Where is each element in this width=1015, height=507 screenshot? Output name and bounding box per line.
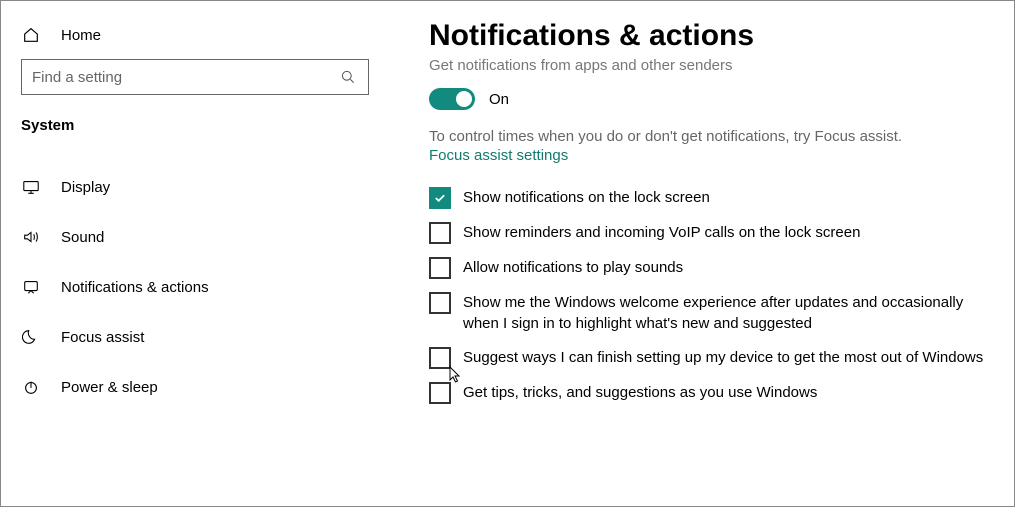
subheading: Get notifications from apps and other se… <box>429 57 984 74</box>
sidebar-item-sound[interactable]: Sound <box>21 212 351 262</box>
focus-assist-info: To control times when you do or don't ge… <box>429 128 984 145</box>
checkbox-row: Show notifications on the lock screen <box>429 186 984 209</box>
category-header: System <box>21 117 351 162</box>
checkbox-row: Allow notifications to play sounds <box>429 256 984 279</box>
home-icon <box>21 25 41 45</box>
checkbox-row: Get tips, tricks, and suggestions as you… <box>429 381 984 404</box>
checkbox-label: Allow notifications to play sounds <box>463 256 683 278</box>
checkbox-list: Show notifications on the lock screen Sh… <box>429 186 984 404</box>
sound-icon <box>21 227 41 247</box>
checkbox-voip-reminders[interactable] <box>429 222 451 244</box>
search-icon <box>338 67 358 87</box>
sidebar-item-display[interactable]: Display <box>21 162 351 212</box>
checkbox-finish-setup[interactable] <box>429 347 451 369</box>
sidebar-item-label: Notifications & actions <box>61 279 209 296</box>
notifications-toggle-row: On <box>429 88 984 110</box>
sidebar-item-notifications[interactable]: Notifications & actions <box>21 262 351 312</box>
checkbox-label: Show notifications on the lock screen <box>463 186 710 208</box>
power-icon <box>21 377 41 397</box>
toggle-state-label: On <box>489 91 509 108</box>
notifications-toggle[interactable] <box>429 88 475 110</box>
sidebar-item-label: Display <box>61 179 110 196</box>
checkbox-row: Show reminders and incoming VoIP calls o… <box>429 221 984 244</box>
checkbox-play-sounds[interactable] <box>429 257 451 279</box>
search-input[interactable] <box>32 69 338 86</box>
home-link[interactable]: Home <box>21 19 351 59</box>
checkbox-label: Show me the Windows welcome experience a… <box>463 291 984 334</box>
page-title: Notifications & actions <box>429 19 984 53</box>
checkbox-lock-screen-notifications[interactable] <box>429 187 451 209</box>
sidebar-item-label: Sound <box>61 229 104 246</box>
checkbox-row: Show me the Windows welcome experience a… <box>429 291 984 334</box>
checkbox-label: Suggest ways I can finish setting up my … <box>463 346 983 368</box>
notifications-icon <box>21 277 41 297</box>
toggle-knob <box>456 91 472 107</box>
sidebar-item-focus-assist[interactable]: Focus assist <box>21 312 351 362</box>
sidebar: Home System Display Sound <box>1 1 371 506</box>
sidebar-item-label: Power & sleep <box>61 379 158 396</box>
checkbox-label: Show reminders and incoming VoIP calls o… <box>463 221 860 243</box>
search-input-wrapper[interactable] <box>21 59 369 95</box>
checkbox-label: Get tips, tricks, and suggestions as you… <box>463 381 817 403</box>
home-label: Home <box>61 27 101 44</box>
sidebar-item-power-sleep[interactable]: Power & sleep <box>21 362 351 412</box>
checkbox-tips-tricks[interactable] <box>429 382 451 404</box>
moon-icon <box>21 327 41 347</box>
checkbox-welcome-experience[interactable] <box>429 292 451 314</box>
sidebar-item-label: Focus assist <box>61 329 144 346</box>
main-content: Notifications & actions Get notification… <box>371 1 1014 506</box>
focus-assist-link[interactable]: Focus assist settings <box>429 147 568 164</box>
display-icon <box>21 177 41 197</box>
checkbox-row: Suggest ways I can finish setting up my … <box>429 346 984 369</box>
